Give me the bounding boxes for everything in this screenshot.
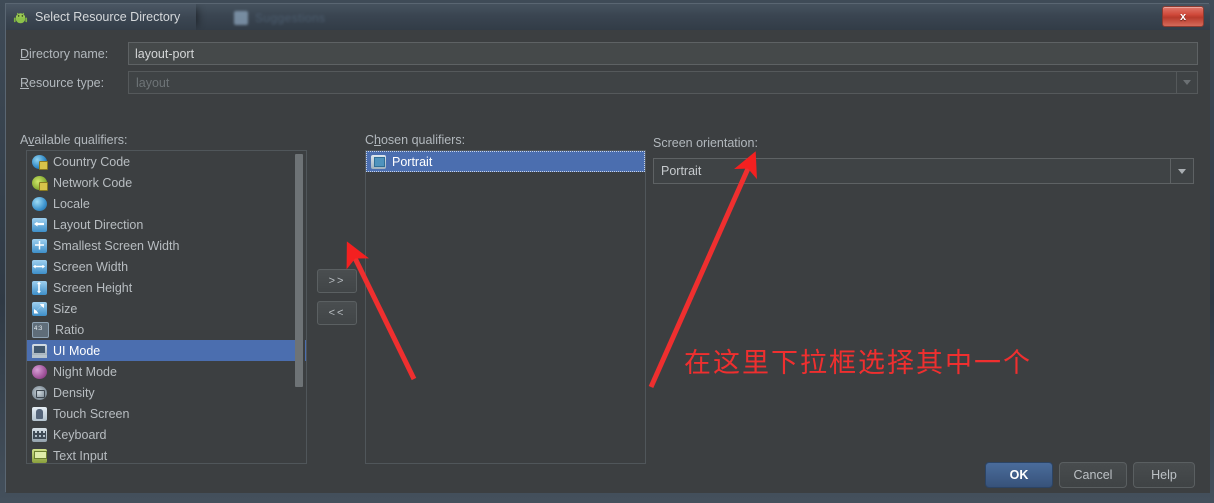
qualifier-item-screen-height[interactable]: Screen Height: [27, 277, 306, 298]
text-input-icon: [32, 448, 47, 463]
keyboard-icon: [32, 427, 47, 442]
available-qualifiers-label: Available qualifiers:: [20, 133, 128, 147]
qualifier-item-network-code[interactable]: Network Code: [27, 172, 306, 193]
qualifier-item-country-code[interactable]: Country Code: [27, 151, 306, 172]
title-bar-left-group: Select Resource Directory: [6, 4, 197, 30]
chosen-qualifiers-label: Chosen qualifiers:: [365, 133, 466, 147]
available-qualifiers-items: Country Code Network Code Locale Layout Dir…: [27, 151, 306, 463]
arrow-left-icon: [32, 217, 47, 232]
resource-type-value: layout: [136, 75, 170, 90]
qualifier-item-text-input[interactable]: Text Input: [27, 445, 306, 463]
window-controls: x: [1162, 6, 1204, 27]
horizontal-arrow-icon: [32, 259, 47, 274]
list-item-label: Keyboard: [53, 427, 107, 442]
qualifier-item-size[interactable]: Size: [27, 298, 306, 319]
aspect-ratio-icon: [32, 321, 49, 338]
chosen-qualifiers-list[interactable]: Portrait: [365, 150, 646, 464]
dialog-window: Suggestions Select Resource Directory x …: [5, 3, 1210, 493]
title-bar: Suggestions Select Resource Directory x: [6, 4, 1210, 30]
globe-badge-icon: [32, 154, 48, 170]
available-list-scrollbar-track[interactable]: [295, 152, 305, 463]
background-window-label: Suggestions: [255, 11, 326, 25]
directory-name-label: Directory name:: [20, 46, 109, 61]
vertical-arrow-icon: [32, 280, 47, 295]
background-window-icon: [234, 11, 248, 25]
list-item-label: Screen Height: [53, 280, 133, 295]
resource-type-label: Resource type:: [20, 75, 105, 90]
qualifier-item-locale[interactable]: Locale: [27, 193, 306, 214]
directory-name-row: Directory name:: [20, 42, 1198, 65]
portrait-orientation-icon: [371, 154, 386, 169]
hand-touch-icon: [32, 406, 47, 421]
window-title: Select Resource Directory: [35, 10, 181, 24]
list-item-label: Size: [53, 301, 78, 316]
density-dots-icon: [32, 385, 47, 400]
qualifier-item-ratio[interactable]: Ratio: [27, 319, 306, 340]
globe-icon: [32, 196, 47, 211]
qualifier-item-touch-screen[interactable]: Touch Screen: [27, 403, 306, 424]
help-button[interactable]: Help: [1133, 462, 1195, 488]
network-badge-icon: [32, 175, 48, 191]
qualifier-item-night-mode[interactable]: Night Mode: [27, 361, 306, 382]
chevron-down-icon[interactable]: [1176, 72, 1197, 93]
screen-orientation-label: Screen orientation:: [653, 136, 758, 150]
add-qualifier-button[interactable]: >>: [317, 269, 357, 293]
list-item-label: Text Input: [53, 448, 108, 463]
ok-button[interactable]: OK: [985, 462, 1053, 488]
list-item-label: Locale: [53, 196, 90, 211]
dialog-content: Directory name: Resource type: layout A: [6, 30, 1210, 493]
available-list-scrollbar-thumb[interactable]: [295, 154, 303, 387]
list-item-label: Screen Width: [53, 259, 129, 274]
list-item-label: Ratio: [55, 322, 85, 337]
list-item-label: Night Mode: [53, 364, 117, 379]
qualifier-item-screen-width[interactable]: Screen Width: [27, 256, 306, 277]
list-item-label: Network Code: [53, 175, 133, 190]
moon-icon: [32, 364, 47, 379]
arrow-to-orientation-combo: [648, 151, 757, 389]
chevron-down-icon[interactable]: [1170, 159, 1193, 183]
list-item-label: Portrait: [392, 154, 433, 169]
four-way-arrow-icon: [32, 238, 47, 253]
remove-qualifier-button[interactable]: <<: [317, 301, 357, 325]
qualifier-item-ui-mode[interactable]: UI Mode: [27, 340, 306, 361]
chosen-qualifiers-items: Portrait: [366, 151, 645, 172]
qualifier-item-smallest-screen-width[interactable]: Smallest Screen Width: [27, 235, 306, 256]
list-item-label: Smallest Screen Width: [53, 238, 180, 253]
android-robot-icon: [13, 10, 28, 25]
qualifier-item-density[interactable]: Density: [27, 382, 306, 403]
list-item-label: Density: [53, 385, 95, 400]
close-icon[interactable]: x: [1162, 6, 1204, 27]
list-item-label: Country Code: [53, 154, 131, 169]
diagonal-arrow-icon: [32, 301, 47, 316]
qualifier-item-keyboard[interactable]: Keyboard: [27, 424, 306, 445]
screen-orientation-value: Portrait: [661, 164, 702, 178]
available-qualifiers-list[interactable]: Country Code Network Code Locale Layout Dir…: [26, 150, 307, 464]
resource-type-combobox[interactable]: layout: [128, 71, 1198, 94]
directory-name-input[interactable]: [128, 42, 1198, 65]
window-frame: Suggestions Select Resource Directory x …: [0, 0, 1214, 503]
monitor-icon: [32, 343, 47, 358]
list-item-label: Touch Screen: [53, 406, 130, 421]
cancel-button[interactable]: Cancel: [1059, 462, 1127, 488]
background-window-title: Suggestions: [234, 6, 544, 30]
qualifier-item-layout-direction[interactable]: Layout Direction: [27, 214, 306, 235]
annotation-text: 在这里下拉框选择其中一个: [684, 348, 1032, 379]
list-item-label: UI Mode: [53, 343, 101, 358]
chosen-item-portrait[interactable]: Portrait: [366, 151, 645, 172]
screen-orientation-combobox[interactable]: Portrait: [653, 158, 1194, 184]
list-item-label: Layout Direction: [53, 217, 144, 232]
resource-type-row: Resource type: layout: [20, 71, 1198, 94]
